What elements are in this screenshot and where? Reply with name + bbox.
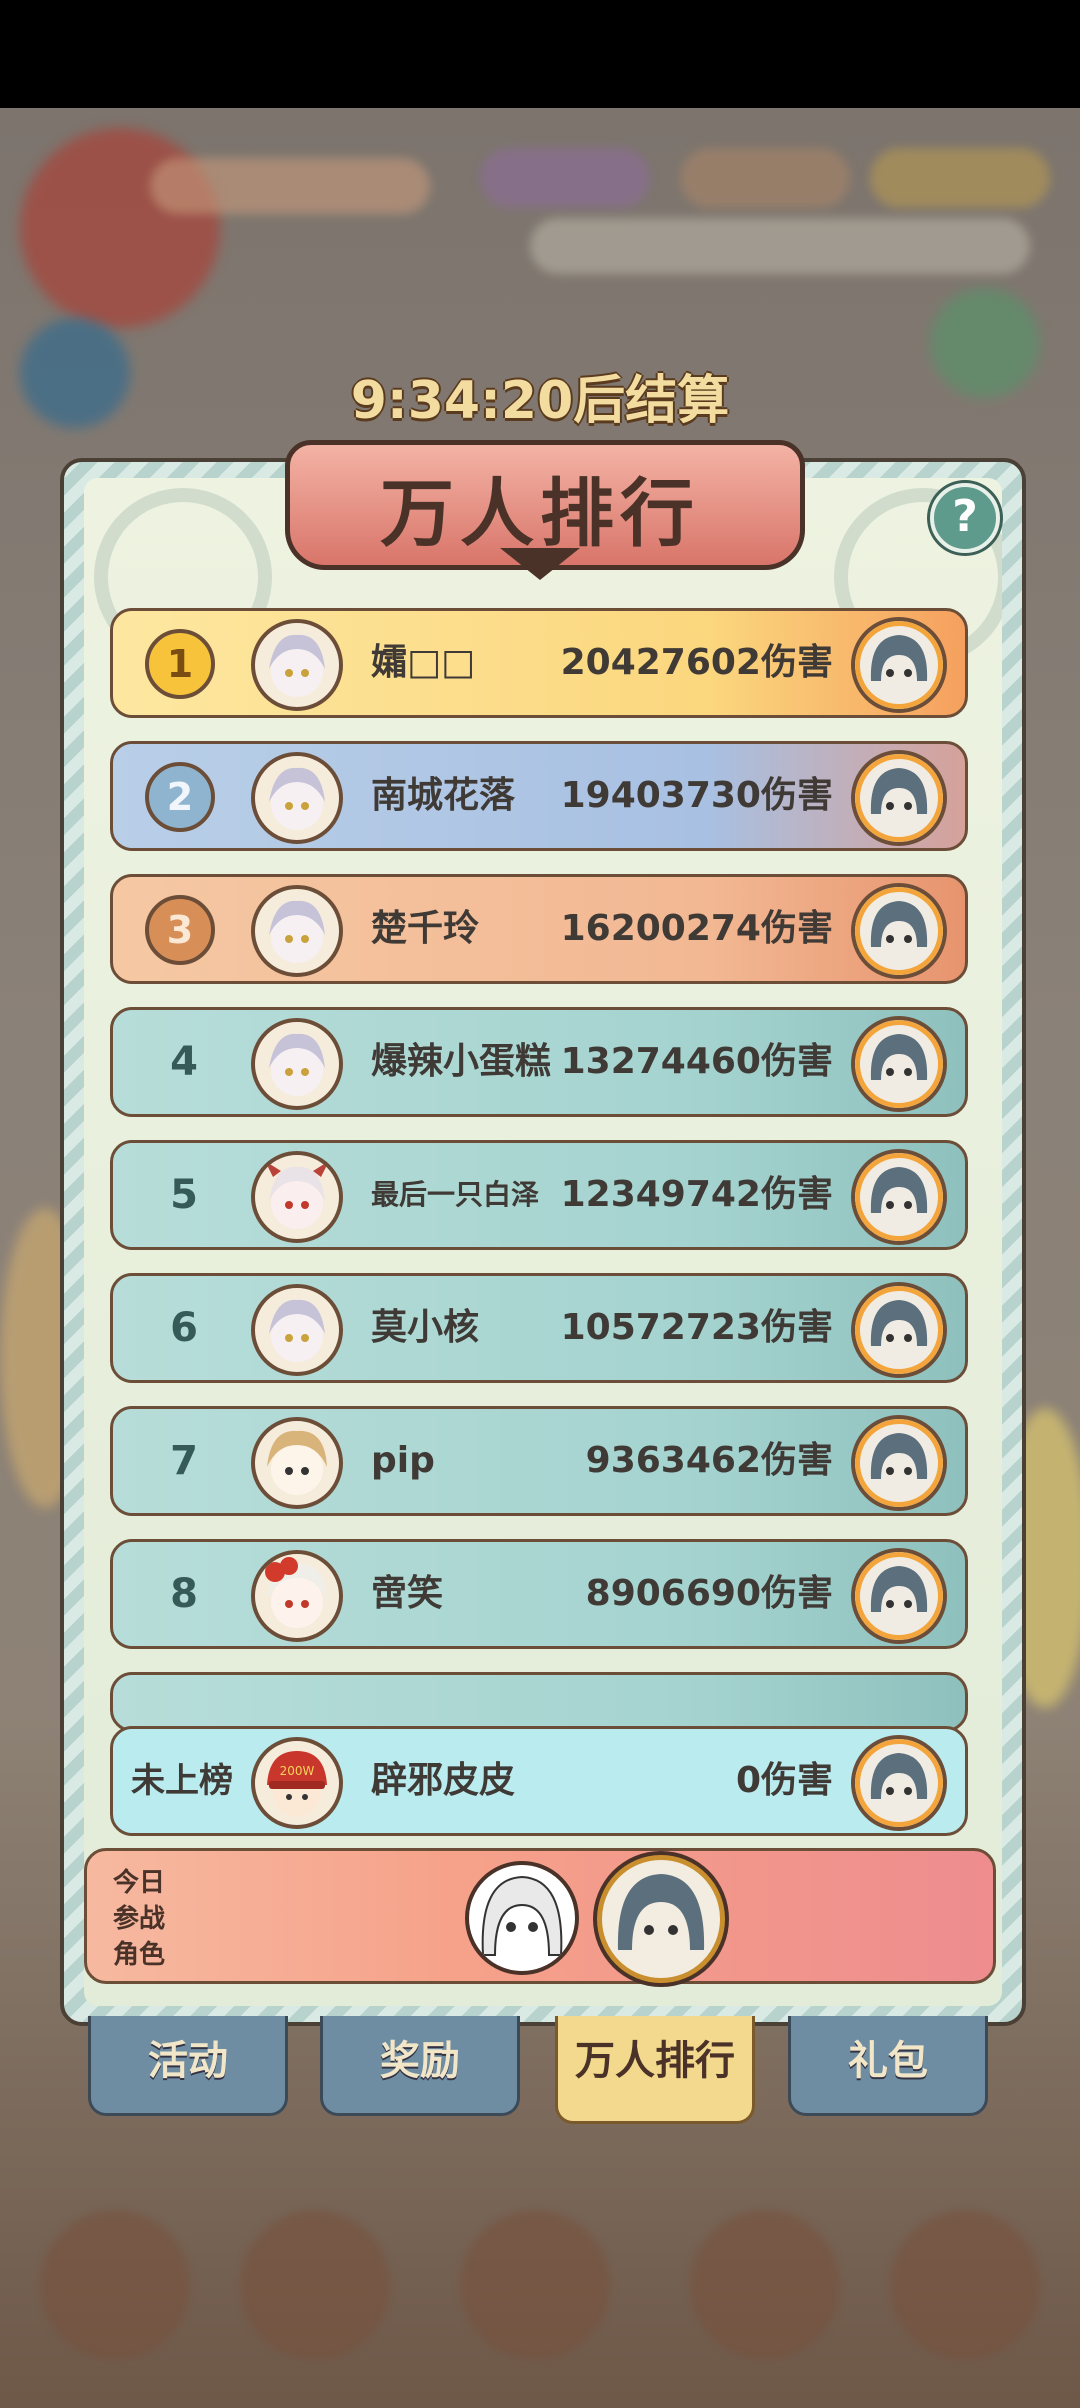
ranking-row-partial	[110, 1672, 968, 1732]
pet-avatar	[851, 617, 947, 713]
player-avatar	[251, 885, 343, 977]
status-bar	[0, 0, 1080, 108]
pet-avatar	[851, 1149, 947, 1245]
damage-value: 8906690伤害	[585, 1573, 833, 1614]
tab-rewards[interactable]: 奖励	[320, 2016, 520, 2116]
player-name: 爆辣小蛋糕	[371, 1041, 552, 1082]
page-title: 万人排行	[380, 471, 700, 557]
player-name: 最后一只白泽	[371, 1178, 540, 1211]
player-name: 南城花落	[371, 775, 516, 816]
player-avatar	[251, 752, 343, 844]
tab-gift-pack[interactable]: 礼包	[788, 2016, 988, 2116]
player-avatar	[251, 1417, 343, 1509]
player-avatar	[251, 1018, 343, 1110]
tab-bar: 活动 奖励 万人排行 礼包	[0, 2016, 1080, 2126]
player-name: 楚千玲	[371, 908, 480, 949]
bronze-medal-icon: 3	[145, 895, 215, 965]
player-name: 莫小核	[371, 1307, 480, 1348]
silver-medal-icon: 2	[145, 762, 215, 832]
pet-avatar	[851, 1282, 947, 1378]
player-name: 孀□□	[371, 642, 476, 683]
rank-number: 8	[170, 1571, 198, 1617]
rank-number: 7	[170, 1438, 198, 1484]
tab-ranking[interactable]: 万人排行	[555, 2016, 755, 2124]
damage-value: 12349742伤害	[560, 1174, 833, 1215]
player-name: 啻笑	[371, 1573, 444, 1614]
ranking-row[interactable]: 8 啻笑 8906690伤害	[110, 1539, 968, 1649]
tab-activity[interactable]: 活动	[88, 2016, 288, 2116]
today-label: 今日 参战 角色	[113, 1865, 165, 1973]
damage-value: 20427602伤害	[560, 642, 833, 683]
damage-value: 9363462伤害	[585, 1440, 833, 1481]
ranking-row[interactable]: 7 pip 9363462伤害	[110, 1406, 968, 1516]
my-ranking-row[interactable]: 未上榜 200W 辟邪皮皮 0伤害	[110, 1726, 968, 1836]
my-name: 辟邪皮皮	[371, 1760, 516, 1801]
settlement-timer: 9:34:20后结算	[350, 371, 730, 431]
gold-medal-icon: 1	[145, 629, 215, 699]
pet-avatar	[851, 1415, 947, 1511]
today-label-line: 角色	[113, 1940, 166, 1970]
today-label-line: 今日	[113, 1868, 166, 1898]
blurred-bottom-dock	[0, 2170, 1080, 2408]
rank-number: 6	[170, 1305, 198, 1351]
ranking-row[interactable]: 2 南城花落 19403730伤害	[110, 741, 968, 851]
ranking-row[interactable]: 6 莫小核 10572723伤害	[110, 1273, 968, 1383]
character-avatar-selected[interactable]	[597, 1855, 725, 1983]
damage-value: 10572723伤害	[560, 1307, 833, 1348]
pet-avatar	[851, 1016, 947, 1112]
ranking-row[interactable]: 5 最后一只白泽 12349742伤害	[110, 1140, 968, 1250]
not-listed-label: 未上榜	[131, 1761, 233, 1801]
today-label-line: 参战	[113, 1904, 166, 1934]
svg-text:200W: 200W	[280, 1764, 315, 1778]
my-avatar: 200W	[251, 1737, 343, 1829]
today-characters-bar: 今日 参战 角色	[84, 1848, 996, 1984]
pet-avatar	[851, 1548, 947, 1644]
player-avatar	[251, 1550, 343, 1642]
title-banner: 万人排行	[285, 440, 805, 590]
damage-value: 13274460伤害	[560, 1041, 833, 1082]
damage-value: 19403730伤害	[560, 775, 833, 816]
ranking-row[interactable]: 3 楚千玲 16200274伤害	[110, 874, 968, 984]
player-avatar	[251, 1284, 343, 1376]
pet-avatar	[851, 750, 947, 846]
pet-avatar	[851, 883, 947, 979]
ranking-row[interactable]: 4 爆辣小蛋糕 13274460伤害	[110, 1007, 968, 1117]
player-avatar	[251, 619, 343, 711]
pet-avatar	[851, 1735, 947, 1831]
player-avatar	[251, 1151, 343, 1243]
help-button[interactable]: ?	[930, 483, 1000, 553]
ranking-row[interactable]: 1 孀□□ 20427602伤害	[110, 608, 968, 718]
damage-value: 16200274伤害	[560, 908, 833, 949]
my-damage-value: 0伤害	[735, 1760, 833, 1801]
rank-number: 5	[170, 1172, 198, 1218]
player-name: pip	[371, 1440, 435, 1481]
rank-number: 4	[170, 1039, 198, 1085]
character-avatar[interactable]	[465, 1861, 579, 1975]
